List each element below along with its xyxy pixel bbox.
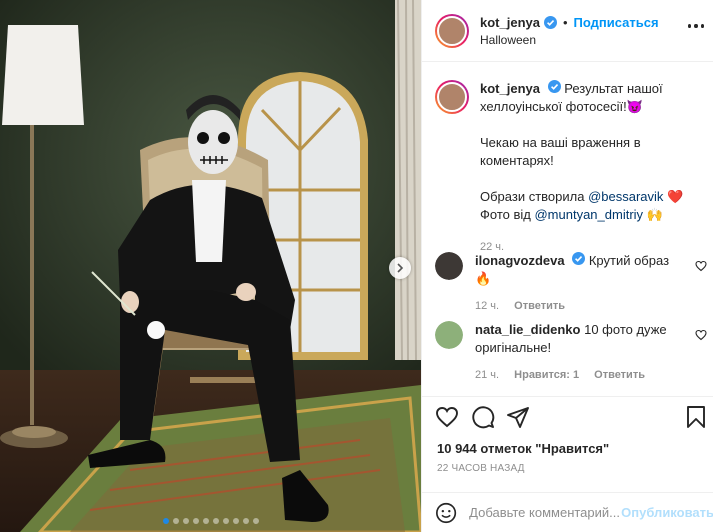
carousel-dot — [222, 518, 229, 524]
publish-button[interactable]: Опубликовать — [621, 505, 713, 520]
hands-emoji: 🙌 — [646, 207, 663, 222]
commenter-username[interactable]: nata_lie_didenko — [475, 322, 580, 337]
heart-icon[interactable] — [435, 405, 459, 429]
share-icon[interactable] — [506, 405, 530, 429]
mention-link[interactable]: @bessaravik — [588, 189, 663, 204]
post-photo[interactable] — [0, 0, 421, 532]
carousel-dot — [182, 518, 189, 524]
carousel-dot — [242, 518, 249, 524]
comment-icon[interactable] — [471, 405, 495, 429]
carousel-dot — [202, 518, 209, 524]
reply-button[interactable]: Ответить — [594, 369, 645, 381]
carousel-dot — [192, 518, 199, 524]
carousel-dot — [162, 518, 169, 524]
fire-emoji: 🔥 — [475, 271, 492, 286]
comment-item: nata_lie_didenko 10 фото дуже оригінальн… — [435, 321, 710, 384]
reply-button[interactable]: Ответить — [514, 300, 565, 312]
comment-time[interactable]: 21 ч. — [475, 369, 499, 381]
author-avatar[interactable] — [435, 13, 469, 48]
mention-link[interactable]: @muntyan_dmitriy — [534, 207, 643, 222]
likes-count[interactable]: 10 944 отметок "Нравится" — [437, 441, 609, 456]
bookmark-icon[interactable] — [685, 405, 707, 429]
photo-illustration — [0, 0, 421, 532]
carousel-dot — [212, 518, 219, 524]
more-options-icon[interactable] — [688, 24, 704, 30]
carousel-dot — [252, 518, 259, 524]
next-arrow-icon — [397, 263, 404, 273]
verified-icon — [547, 80, 561, 93]
next-photo-button[interactable] — [389, 257, 411, 279]
post-caption: kot_jenya Результат нашої хеллоуінської … — [435, 80, 705, 256]
verified-icon — [572, 252, 586, 265]
carousel-indicator — [0, 518, 421, 524]
follow-button[interactable]: Подписаться — [574, 15, 659, 30]
emoji-icon[interactable] — [435, 501, 457, 525]
carousel-dot — [172, 518, 179, 524]
carousel-dot — [232, 518, 239, 524]
comment-text: Крутий образ — [588, 253, 670, 268]
comment-time[interactable]: 12 ч. — [475, 300, 499, 312]
like-comment-heart-icon[interactable] — [695, 329, 707, 341]
comments-list: kot_jenya Результат нашої хеллоуінської … — [422, 62, 713, 396]
caption-line-4: Фото від — [480, 207, 531, 222]
post-dialog: kot_jenya • Подписаться Halloween kot_je… — [0, 0, 713, 532]
caption-avatar[interactable] — [435, 80, 469, 114]
caption-line-2: Чекаю на ваші враження в коментарях! — [480, 135, 641, 168]
author-username[interactable]: kot_jenya — [480, 15, 540, 30]
post-header: kot_jenya • Подписаться Halloween — [422, 0, 713, 62]
commenter-avatar[interactable] — [435, 321, 463, 349]
commenter-avatar[interactable] — [435, 252, 463, 280]
comment-item: ilonagvozdeva Крутий образ 🔥 12 ч. Ответи… — [435, 252, 710, 315]
caption-username[interactable]: kot_jenya — [480, 81, 540, 96]
caption-line-3: Образи створила — [480, 189, 585, 204]
post-location[interactable]: Halloween — [480, 33, 659, 47]
verified-icon — [543, 15, 557, 29]
post-side-panel: kot_jenya • Подписаться Halloween kot_je… — [421, 0, 713, 532]
devil-emoji: 😈 — [626, 99, 643, 114]
post-time[interactable]: 22 ЧАСОВ НАЗАД — [437, 463, 525, 474]
separator-dot: • — [562, 14, 568, 30]
heart-emoji: ❤️ — [667, 189, 684, 204]
add-comment-bar: Опубликовать — [422, 492, 713, 532]
post-actions: 10 944 отметок "Нравится" 22 ЧАСОВ НАЗАД — [422, 396, 713, 492]
like-comment-heart-icon[interactable] — [695, 260, 707, 272]
comment-input[interactable] — [469, 505, 622, 520]
comment-likes-button[interactable]: Нравится: 1 — [514, 369, 579, 381]
commenter-username[interactable]: ilonagvozdeva — [475, 253, 565, 268]
